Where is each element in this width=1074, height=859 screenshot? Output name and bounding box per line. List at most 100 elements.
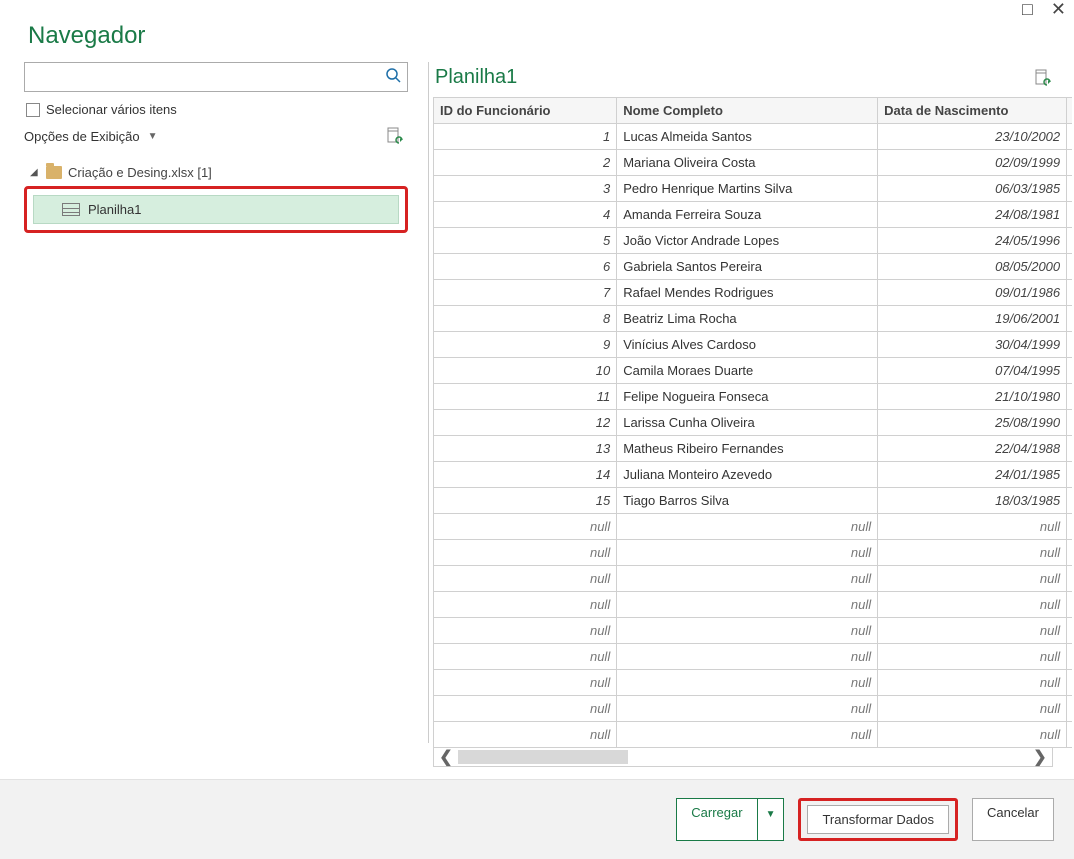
cell-dob: null (878, 566, 1067, 592)
table-row[interactable]: nullnullnullnull (434, 514, 1073, 540)
tree-leaf-label: Planilha1 (88, 202, 142, 217)
cell-nome: null (617, 566, 878, 592)
load-button-label: Carregar (691, 805, 742, 820)
table-row[interactable]: 2Mariana Oliveira Costa02/09/1999Avenida… (434, 150, 1073, 176)
cell-nome: Larissa Cunha Oliveira (617, 410, 878, 436)
cell-end: Tesoureiro (1067, 696, 1072, 722)
cell-end: Rua dos P (1067, 332, 1072, 358)
search-box[interactable] (24, 62, 408, 92)
cell-nome: Felipe Nogueira Fonseca (617, 384, 878, 410)
cell-id: 7 (434, 280, 617, 306)
col-header-nome[interactable]: Nome Completo (617, 98, 878, 124)
collapse-icon[interactable]: ◢ (30, 167, 40, 178)
table-row[interactable]: 10Camila Moraes Duarte07/04/1995Avenida … (434, 358, 1073, 384)
col-header-id[interactable]: ID do Funcionário (434, 98, 617, 124)
cell-id: 12 (434, 410, 617, 436)
table-row[interactable]: nullnullnullAnalista F (434, 644, 1073, 670)
cell-id: 14 (434, 462, 617, 488)
cell-end: Rua das H (1067, 488, 1072, 514)
cell-nome: Mariana Oliveira Costa (617, 150, 878, 176)
highlight-annotation: Planilha1 (24, 186, 408, 233)
cell-dob: 24/08/1981 (878, 202, 1067, 228)
cell-dob: null (878, 696, 1067, 722)
cell-id: 1 (434, 124, 617, 150)
refresh-preview-icon[interactable] (1034, 69, 1052, 87)
search-input[interactable] (25, 66, 379, 89)
table-row[interactable]: nullnullnullnull (434, 618, 1073, 644)
table-row[interactable]: 14Juliana Monteiro Azevedo24/01/1985Aven… (434, 462, 1073, 488)
cell-end: Avenida C (1067, 150, 1072, 176)
table-row[interactable]: nullnullnullTesoureiro (434, 696, 1073, 722)
cell-id: 9 (434, 332, 617, 358)
load-dropdown-button[interactable]: ▼ (758, 798, 785, 841)
table-row[interactable]: nullnullnullnull (434, 540, 1073, 566)
table-row[interactable]: 12Larissa Cunha Oliveira25/08/1990Avenid… (434, 410, 1073, 436)
checkbox-icon (26, 103, 40, 117)
cell-nome: Amanda Ferreira Souza (617, 202, 878, 228)
cell-end: Rua dos Ip (1067, 176, 1072, 202)
table-row[interactable]: 6Gabriela Santos Pereira08/05/2000Avenid… (434, 254, 1073, 280)
table-row[interactable]: 1Lucas Almeida Santos23/10/2002Rua das F… (434, 124, 1073, 150)
scroll-right-icon[interactable]: ❯ (1028, 747, 1052, 767)
scroll-thumb[interactable] (458, 750, 628, 764)
col-header-dob[interactable]: Data de Nascimento (878, 98, 1067, 124)
cell-dob: 02/09/1999 (878, 150, 1067, 176)
cell-dob: 19/06/2001 (878, 306, 1067, 332)
cell-id: null (434, 618, 617, 644)
refresh-icon[interactable] (386, 127, 404, 145)
tree-root-item[interactable]: ◢ Criação e Desing.xlsx [1] (24, 161, 408, 184)
select-multiple-label: Selecionar vários itens (46, 102, 177, 117)
table-header-row: ID do Funcionário Nome Completo Data de … (434, 98, 1073, 124)
cell-id: 13 (434, 436, 617, 462)
table-row[interactable]: nullnullnullAssistente (434, 722, 1073, 748)
cell-dob: 06/03/1985 (878, 176, 1067, 202)
cell-end: null (1067, 592, 1072, 618)
table-row[interactable]: nullnullnullnull (434, 592, 1073, 618)
cell-dob: 30/04/1999 (878, 332, 1067, 358)
table-row[interactable]: 13Matheus Ribeiro Fernandes22/04/1988Rua… (434, 436, 1073, 462)
scroll-track[interactable] (458, 748, 1028, 766)
table-row[interactable]: 7Rafael Mendes Rodrigues09/01/1986Rua da… (434, 280, 1073, 306)
cell-dob: null (878, 670, 1067, 696)
table-row[interactable]: 15Tiago Barros Silva18/03/1985Rua das H (434, 488, 1073, 514)
sheet-icon (62, 203, 80, 216)
table-row[interactable]: 9Vinícius Alves Cardoso30/04/1999Rua dos… (434, 332, 1073, 358)
table-row[interactable]: 4Amanda Ferreira Souza24/08/1981Avenida … (434, 202, 1073, 228)
display-options-dropdown[interactable]: Opções de Exibição ▼ (24, 129, 158, 144)
cell-dob: 09/01/1986 (878, 280, 1067, 306)
cell-dob: null (878, 722, 1067, 748)
search-icon[interactable] (379, 67, 407, 88)
horizontal-scrollbar[interactable]: ❮ ❯ (433, 747, 1053, 767)
cell-nome: Beatriz Lima Rocha (617, 306, 878, 332)
cell-end: Analista F (1067, 644, 1072, 670)
col-header-end[interactable]: Endereço (1067, 98, 1072, 124)
display-options-label: Opções de Exibição (24, 129, 140, 144)
cell-end: Assistente (1067, 722, 1072, 748)
cell-nome: Pedro Henrique Martins Silva (617, 176, 878, 202)
window-maximize-icon[interactable]: □ (1022, 0, 1033, 18)
load-button[interactable]: Carregar (676, 798, 757, 841)
transform-data-label: Transformar Dados (822, 812, 934, 827)
table-row[interactable]: nullnullnullnull (434, 566, 1073, 592)
scroll-left-icon[interactable]: ❮ (434, 747, 458, 767)
cell-nome: null (617, 540, 878, 566)
select-multiple-checkbox[interactable]: Selecionar vários itens (24, 102, 408, 117)
transform-data-button[interactable]: Transformar Dados (807, 805, 949, 834)
cell-end: Avenida d (1067, 254, 1072, 280)
cell-id: 15 (434, 488, 617, 514)
page-title: Navegador (0, 0, 1074, 62)
cell-dob: 25/08/1990 (878, 410, 1067, 436)
cancel-button[interactable]: Cancelar (972, 798, 1054, 841)
window-close-icon[interactable]: ✕ (1051, 0, 1066, 18)
cell-dob: 08/05/2000 (878, 254, 1067, 280)
table-row[interactable]: 8Beatriz Lima Rocha19/06/2001Avenida B (434, 306, 1073, 332)
table-row[interactable]: 5João Victor Andrade Lopes24/05/1996Rua … (434, 228, 1073, 254)
table-row[interactable]: nullnullnullController (434, 670, 1073, 696)
cell-id: null (434, 722, 617, 748)
tree-leaf-planilha1[interactable]: Planilha1 (33, 195, 399, 224)
table-row[interactable]: 3Pedro Henrique Martins Silva06/03/1985R… (434, 176, 1073, 202)
cell-end: null (1067, 514, 1072, 540)
tree-root-label: Criação e Desing.xlsx [1] (68, 165, 212, 180)
cell-end: Avenida P (1067, 202, 1072, 228)
table-row[interactable]: 11Felipe Nogueira Fonseca21/10/1980Rua d… (434, 384, 1073, 410)
